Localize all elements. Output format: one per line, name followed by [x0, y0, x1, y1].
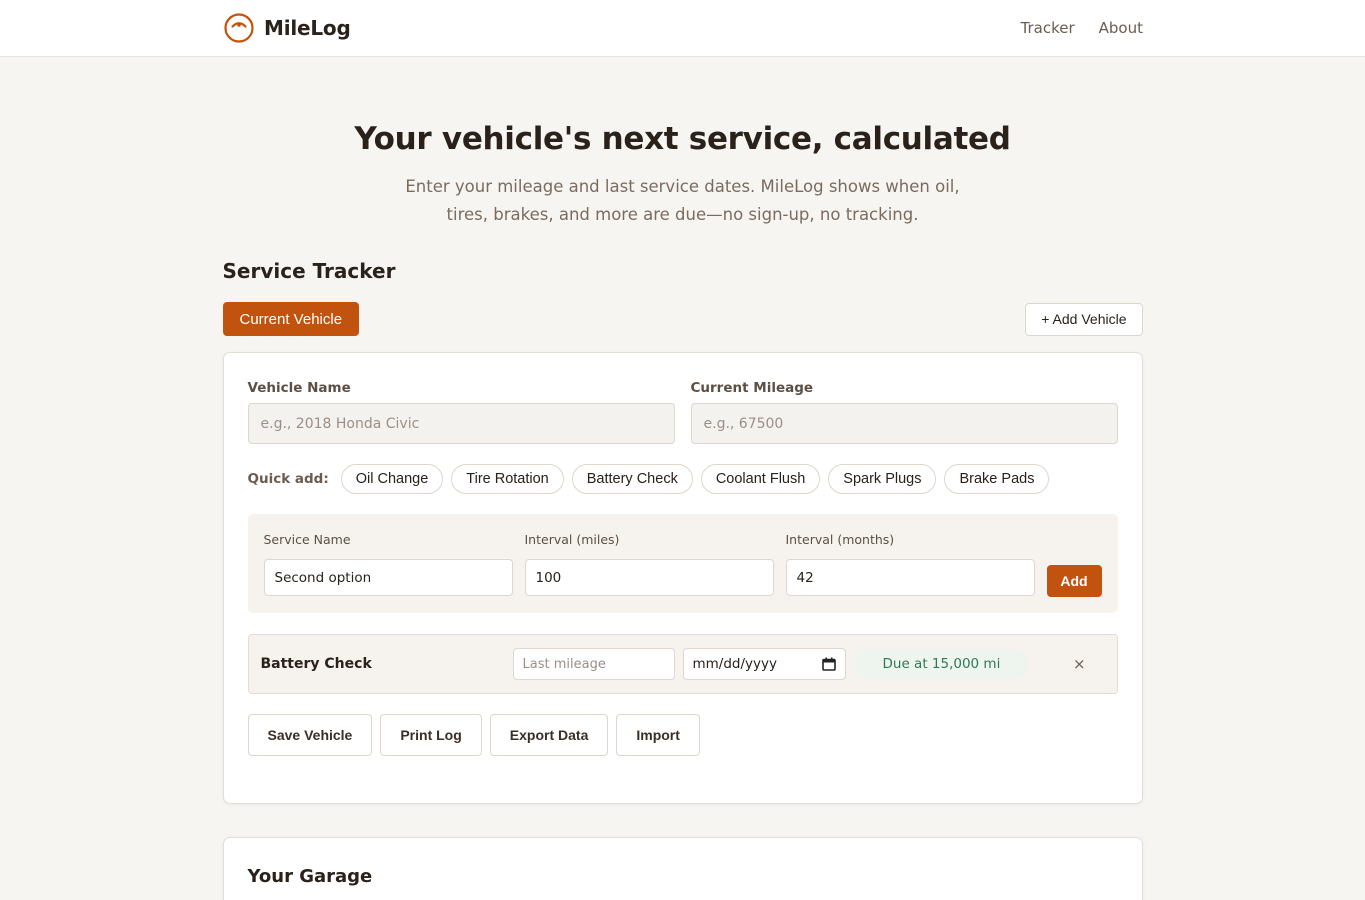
brand[interactable]: MileLog [223, 12, 351, 44]
garage-card: Your Garage [222, 837, 1143, 900]
nav-link-tracker[interactable]: Tracker [1021, 19, 1075, 37]
service-name-field: Service Name [263, 532, 513, 596]
tracker-section: Service Tracker Current Vehicle + Add Ve… [222, 259, 1143, 900]
hero-subtitle: Enter your mileage and last service date… [405, 177, 960, 224]
vehicle-fields: Vehicle Name Current Mileage [247, 377, 1118, 444]
service-name-label: Service Name [263, 532, 351, 547]
service-row-name: Battery Check [260, 656, 372, 672]
tracker-card: Vehicle Name Current Mileage Quick add: … [222, 352, 1143, 804]
interval-miles-field: Interval (miles) [524, 532, 774, 596]
import-button[interactable]: Import [616, 714, 700, 756]
add-service-button[interactable]: Add [1046, 565, 1102, 597]
quick-add-bar: Quick add: Oil Change Tire Rotation Batt… [248, 464, 1118, 494]
top-bar: MileLog Tracker About [0, 0, 1365, 57]
print-log-button[interactable]: Print Log [380, 714, 482, 756]
vehicle-name-input[interactable] [247, 403, 675, 444]
current-vehicle-tab[interactable]: Current Vehicle [222, 302, 360, 336]
service-name-input[interactable] [263, 559, 513, 596]
current-mileage-field: Current Mileage [690, 377, 1118, 444]
due-status-badge: Due at 15,000 mi [853, 650, 1030, 678]
quick-add-tire-rotation[interactable]: Tire Rotation [451, 464, 564, 494]
interval-months-input[interactable] [785, 559, 1035, 596]
nav-link-about[interactable]: About [1099, 19, 1143, 37]
interval-months-label: Interval (months) [785, 532, 895, 547]
save-vehicle-button[interactable]: Save Vehicle [247, 714, 373, 756]
calendar-icon[interactable] [821, 657, 836, 671]
quick-add-spark-plugs[interactable]: Spark Plugs [828, 464, 937, 494]
vehicle-toolbar: Current Vehicle + Add Vehicle [222, 302, 1143, 336]
date-placeholder: mm/dd/yyyy [692, 656, 778, 672]
gauge-logo-icon [224, 13, 254, 43]
service-row: Battery Check mm/dd/yyyy Due at 15,000 m… [247, 634, 1118, 694]
remove-service-button[interactable]: × [1071, 655, 1087, 673]
quick-add-coolant-flush[interactable]: Coolant Flush [700, 464, 821, 494]
quick-add-battery-check[interactable]: Battery Check [571, 464, 693, 494]
vehicle-name-field: Vehicle Name [247, 377, 675, 444]
interval-miles-label: Interval (miles) [524, 532, 620, 547]
interval-months-field: Interval (months) [785, 532, 1035, 596]
quick-add-brake-pads[interactable]: Brake Pads [944, 464, 1050, 494]
add-vehicle-button[interactable]: + Add Vehicle [1025, 302, 1143, 336]
hero: Your vehicle's next service, calculated … [0, 57, 1365, 229]
current-mileage-input[interactable] [690, 403, 1118, 444]
current-mileage-label: Current Mileage [690, 380, 814, 396]
last-mileage-input[interactable] [512, 648, 675, 680]
garage-title: Your Garage [247, 866, 373, 887]
vehicle-name-label: Vehicle Name [247, 380, 351, 396]
brand-name: MileLog [264, 16, 351, 40]
vehicle-actions: Save Vehicle Print Log Export Data Impor… [247, 714, 1118, 756]
interval-miles-input[interactable] [524, 559, 774, 596]
hero-title: Your vehicle's next service, calculated [354, 121, 1011, 157]
quick-add-label: Quick add: [247, 471, 329, 487]
quick-add-oil-change[interactable]: Oil Change [340, 464, 444, 494]
last-service-date-input[interactable]: mm/dd/yyyy [682, 648, 846, 680]
main-nav: Tracker About [1021, 19, 1143, 37]
add-service-panel: Service Name Interval (miles) Interval (… [247, 514, 1118, 613]
section-title: Service Tracker [222, 259, 396, 283]
export-data-button[interactable]: Export Data [489, 714, 609, 756]
